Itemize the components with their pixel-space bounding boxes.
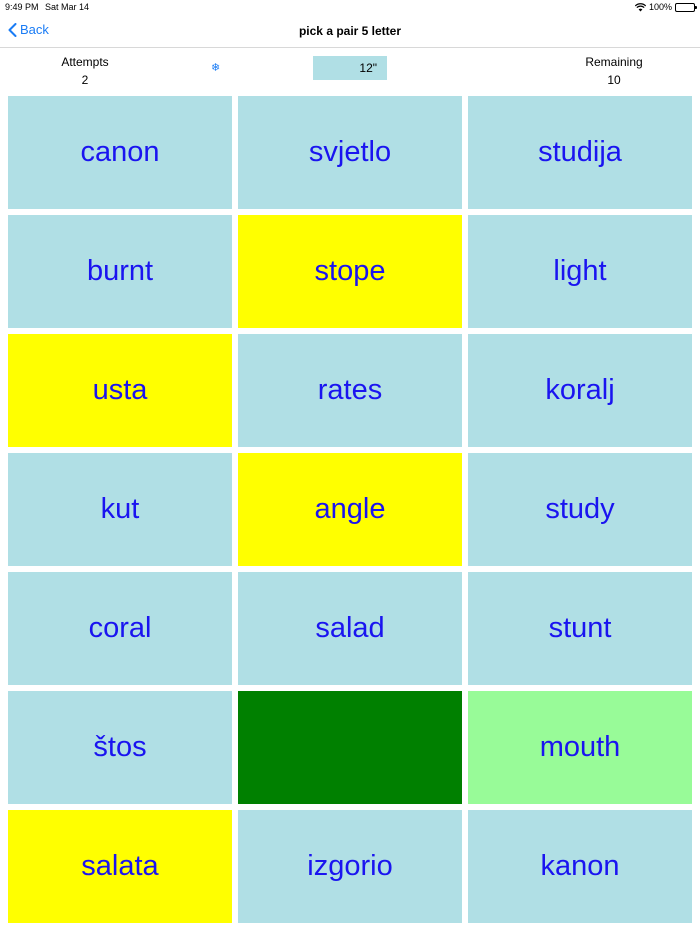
tile[interactable]: salata (8, 810, 232, 923)
wifi-icon (634, 2, 646, 11)
tile[interactable]: štos (8, 691, 232, 804)
tile[interactable]: study (468, 453, 692, 566)
page-title: pick a pair 5 letter (298, 24, 402, 38)
tile[interactable]: light (468, 215, 692, 328)
status-bar: 9:49 PM Sat Mar 14 100% (0, 0, 700, 14)
tile[interactable]: svjetlo (238, 96, 462, 209)
status-right: 100% (634, 2, 697, 12)
tile[interactable]: salad (238, 572, 462, 685)
remaining-label: Remaining (585, 55, 643, 69)
tile[interactable]: stunt (468, 572, 692, 685)
tile[interactable]: angle (238, 453, 462, 566)
tile[interactable]: mouth (468, 691, 692, 804)
battery-icon (675, 2, 697, 12)
tile[interactable]: usta (8, 334, 232, 447)
tile[interactable]: burnt (8, 215, 232, 328)
timer-display: 12" (313, 56, 387, 80)
tile[interactable]: izgorio (238, 810, 462, 923)
status-time: 9:49 PM (5, 2, 39, 12)
attempts-label: Attempts (61, 55, 109, 69)
tile[interactable]: koralj (468, 334, 692, 447)
battery-percent: 100% (648, 2, 672, 12)
status-date: Sat Mar 14 (45, 2, 90, 12)
tile[interactable]: studija (468, 96, 692, 209)
tile[interactable]: canon (8, 96, 232, 209)
tile[interactable]: kanon (468, 810, 692, 923)
remaining-value: 10 (607, 73, 621, 87)
tile[interactable]: rates (238, 334, 462, 447)
snowflake-icon[interactable]: ❄ (211, 61, 220, 74)
tile[interactable]: stope (238, 215, 462, 328)
info-bar: Attempts 2 ❄ 12" Remaining 10 (0, 49, 700, 93)
attempts-value: 2 (81, 73, 89, 87)
remaining-stat: Remaining 10 (554, 53, 674, 89)
navigation-bar: Back pick a pair 5 letter (0, 14, 700, 48)
tile[interactable] (238, 691, 462, 804)
tile[interactable]: coral (8, 572, 232, 685)
attempts-stat: Attempts 2 (25, 53, 145, 89)
tile[interactable]: kut (8, 453, 232, 566)
